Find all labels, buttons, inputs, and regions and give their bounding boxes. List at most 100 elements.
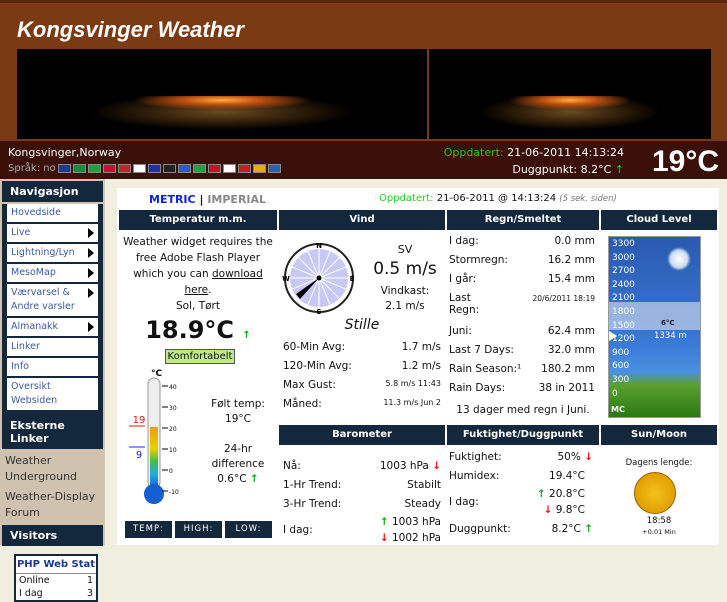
temp-button[interactable]: TEMP: <box>125 521 172 538</box>
cloud-tick-label: 2100 <box>612 293 635 304</box>
thermo-tick-label: 40 <box>169 384 177 391</box>
flag-nl-icon[interactable] <box>117 164 131 173</box>
high-button[interactable]: HIGH: <box>175 521 222 538</box>
row-value: 20/6/2011 18:19 <box>532 294 595 303</box>
link-wd-forum[interactable]: Weather-Display Forum <box>0 487 105 523</box>
flag-pt-icon[interactable] <box>237 164 251 173</box>
flag-es-icon[interactable] <box>252 164 266 173</box>
nav-item[interactable]: Live <box>7 224 98 242</box>
row-label: 60-Min Avg: <box>283 341 346 353</box>
wind-desc: Stille <box>344 317 380 333</box>
feels-value: 19°C <box>225 413 251 425</box>
nav-item[interactable]: Info <box>7 358 98 376</box>
day-change: +0:01 Min <box>642 528 676 536</box>
hum-row: Fuktighet: 50% ↓ <box>449 451 593 463</box>
nav-item[interactable]: MesoMap <box>7 264 98 282</box>
nav-item[interactable]: Almanakk <box>7 318 98 336</box>
language-label: Språk: no <box>8 163 56 174</box>
hum-row: Humidex: 19.4°C <box>449 470 585 482</box>
rain-row: Last 7 Days: 32.0 mm <box>449 344 595 356</box>
flag-gb-icon[interactable] <box>57 164 71 173</box>
nav-item[interactable]: Værvarsel & Andre varsler <box>7 284 98 316</box>
rain-row: Rain Days: 38 in 2011 <box>449 382 595 394</box>
baro-value: Steady <box>404 498 441 510</box>
rain-row: Juni: 62.4 mm <box>449 325 595 337</box>
cloud-tick-label: 3300 <box>612 239 635 249</box>
flag-fi-icon[interactable] <box>132 164 146 173</box>
site-title: Kongsvinger Weather <box>17 17 244 42</box>
stat-row: I dag 3 <box>16 587 96 600</box>
day-length-label: Dagens lengde: <box>625 458 693 468</box>
hum-dew-row: Duggpunkt: 8.2°C ↑ <box>449 523 593 535</box>
link-weather-underground[interactable]: Weather Underground <box>0 451 105 487</box>
row-value: 5.8 m/s 11:43 <box>385 379 441 388</box>
flag-fr-icon[interactable] <box>147 164 161 173</box>
row-label: I dag: <box>449 235 479 247</box>
main-panel: METRIC | IMPERIAL Oppdatert: 21-06-2011 … <box>117 188 719 545</box>
flag-za-icon[interactable] <box>72 164 86 173</box>
submenu-arrow-icon <box>88 322 94 332</box>
comfort-badge: Komfortabelt <box>165 349 235 364</box>
row-value: 15.4 mm <box>547 273 595 285</box>
stat-row: Online 1 <box>16 574 96 587</box>
flag-de-icon[interactable] <box>162 164 176 173</box>
hum-today-high: ↑ 20.8°C <box>536 488 585 500</box>
flag-no-icon[interactable] <box>207 164 221 173</box>
flag-gr-icon[interactable] <box>177 164 191 173</box>
thermo-high-mark: 19 <box>133 415 146 426</box>
flag-dk-icon[interactable] <box>102 164 116 173</box>
diff-value: 0.6°C <box>217 473 247 485</box>
cloud-tick-label: 300 <box>612 375 630 385</box>
header-dewpoint: Duggpunkt: 8.2°C ↑ <box>512 163 624 176</box>
baro-label: 3-Hr Trend: <box>283 498 342 510</box>
nav-item[interactable]: Linker <box>7 338 98 356</box>
row-label: Rain Days: <box>449 382 506 394</box>
svg-text:S: S <box>316 308 321 315</box>
baro-label: 1-Hr Trend: <box>283 479 342 491</box>
row-label: 120-Min Avg: <box>283 360 352 372</box>
web-stat-title[interactable]: PHP Web Stat <box>16 556 96 574</box>
flag-se-icon[interactable] <box>267 164 281 173</box>
row-value: 11.3 m/s Jun 2 <box>383 398 441 407</box>
baro-value: 1003 hPa ↓ <box>379 460 441 472</box>
cloud-tick-label: 2700 <box>612 266 635 277</box>
cloud-level-widget: 3300 3000 2700 2400 2100 1800 1500 1200 900 600 30… <box>608 236 701 418</box>
external-links-title: Eksterne Linker <box>2 415 103 449</box>
metric-link[interactable]: METRIC <box>149 193 196 206</box>
svg-text:E: E <box>350 275 355 283</box>
flag-pl-icon[interactable] <box>222 164 236 173</box>
nav-item[interactable]: Lightning/Lyn <box>7 244 98 262</box>
webcam-image <box>17 49 427 139</box>
cloud-tick-label: 3000 <box>612 252 635 263</box>
rain-header: Regn/Smeltet <box>447 210 599 230</box>
nav-label: Hovedside <box>11 207 61 218</box>
baro-label: Nå: <box>283 460 301 472</box>
nav-item[interactable]: Oversikt Websiden <box>7 378 98 410</box>
nav-label: Værvarsel & Andre varsler <box>11 287 75 312</box>
row-label: Juni: <box>449 325 472 337</box>
nav-item[interactable]: Hovedside <box>7 204 98 222</box>
flag-it-icon[interactable] <box>192 164 206 173</box>
imperial-link[interactable]: IMPERIAL <box>207 193 266 206</box>
cloud-tick-label: 600 <box>612 361 630 372</box>
updated-label: Oppdatert: <box>379 193 434 204</box>
arrow-up-icon: ↑ <box>249 473 259 485</box>
cloud-tick-label: 1800 <box>612 307 635 317</box>
low-button[interactable]: LOW: <box>225 521 272 538</box>
row-label: Måned: <box>283 398 322 410</box>
row-label: Rain Season:¹ <box>449 363 522 375</box>
flash-notice: Weather widget requires the free Adobe F… <box>119 234 277 314</box>
flag-bg-icon[interactable] <box>87 164 101 173</box>
cloud-pointer-icon <box>609 331 617 341</box>
arrow-down-icon: ↓ <box>432 460 441 472</box>
rain-row: Rain Season:¹ 180.2 mm <box>449 363 595 375</box>
baro-row: 3-Hr Trend: Steady <box>283 498 441 510</box>
baro-today-low: ↓ 1002 hPa <box>379 532 441 544</box>
submenu-arrow-icon <box>88 268 94 278</box>
updated-ago: (5 sek. siden) <box>559 194 617 204</box>
row-value: 0.0 mm <box>554 235 596 247</box>
arrow-up-icon: ↑ <box>379 516 389 528</box>
submenu-arrow-icon <box>88 288 94 298</box>
stat-value: 3 <box>86 588 93 599</box>
wind-compass: N E S W <box>282 242 355 315</box>
